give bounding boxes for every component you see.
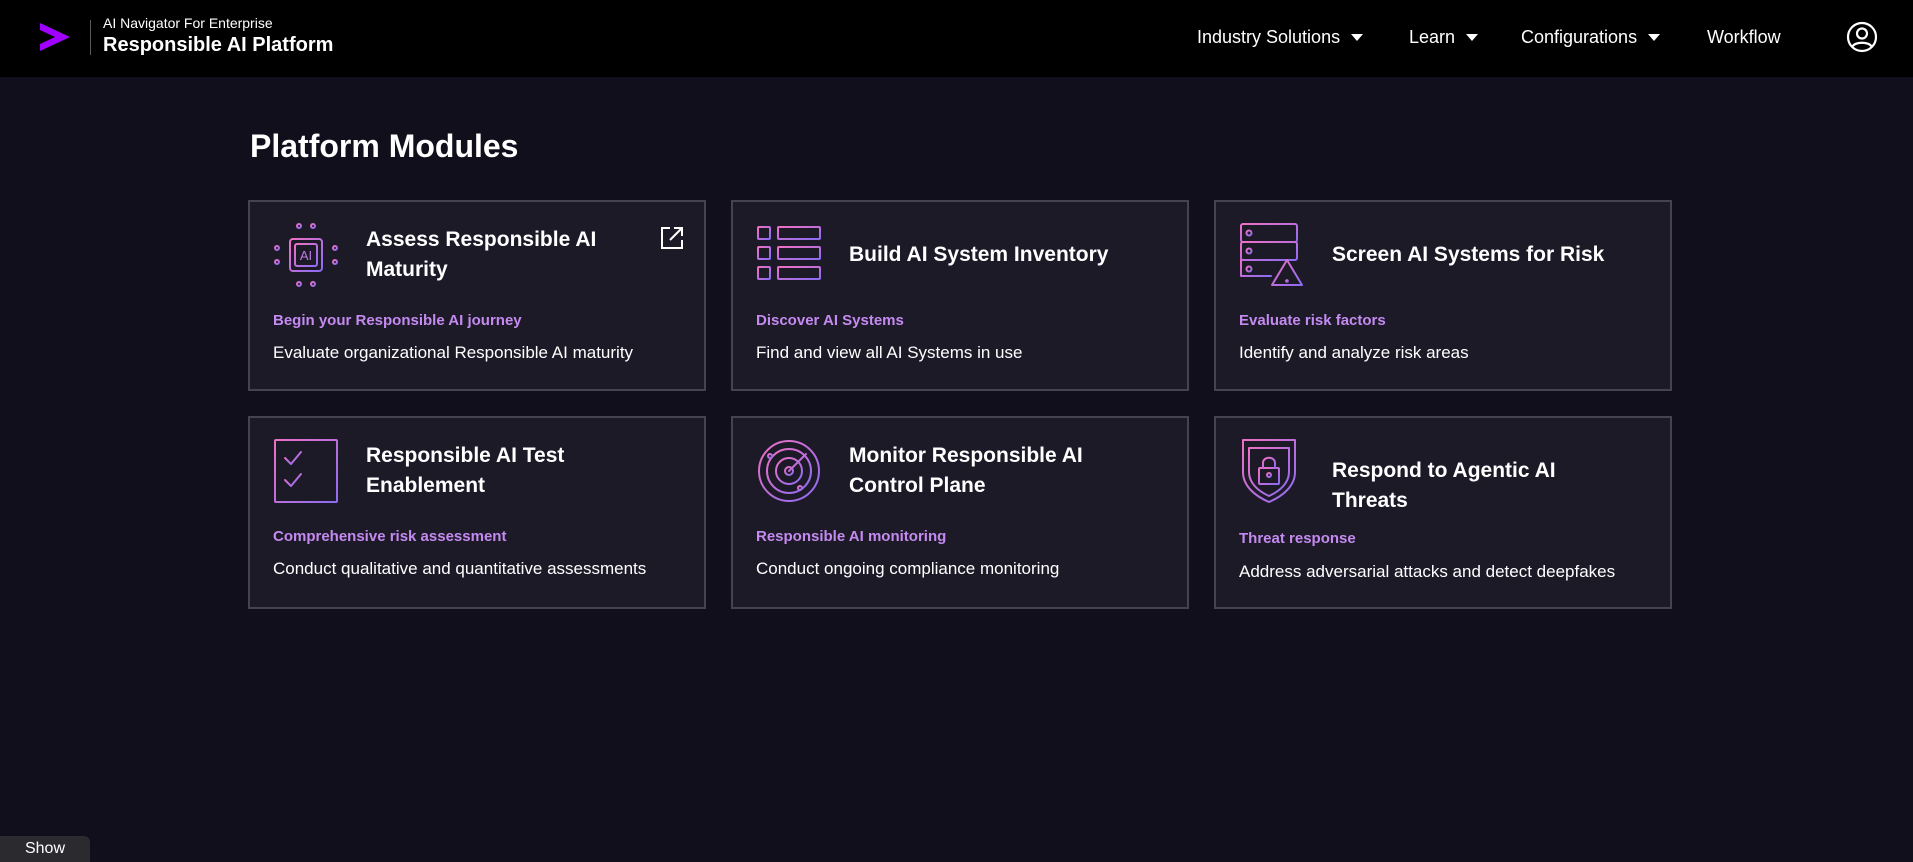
brand-subtitle: AI Navigator For Enterprise xyxy=(103,15,273,31)
card-description: Evaluate organizational Responsible AI m… xyxy=(273,343,634,362)
top-header: AI Navigator For Enterprise Responsible … xyxy=(0,0,1913,77)
nav-configurations[interactable]: Configurations xyxy=(1521,24,1661,50)
card-title: Screen AI Systems for Risk xyxy=(1332,243,1605,266)
checklist-icon xyxy=(274,439,338,503)
nav-industry-solutions[interactable]: Industry Solutions xyxy=(1197,24,1364,50)
brand-title[interactable]: Responsible AI Platform xyxy=(103,34,333,57)
server-warning-icon xyxy=(1240,223,1303,286)
module-card-agentic-threats[interactable]: Respond to Agentic AI Threats Threat res… xyxy=(1214,416,1672,609)
nav-label: Learn xyxy=(1409,26,1456,47)
card-title: Build AI System Inventory xyxy=(849,243,1109,266)
module-card-monitor-control-plane[interactable]: Monitor Responsible AI Control Plane Res… xyxy=(731,416,1189,609)
user-account-icon[interactable] xyxy=(1846,21,1878,53)
nav-learn[interactable]: Learn xyxy=(1409,24,1479,50)
svg-text:AI: AI xyxy=(300,248,312,263)
card-subtitle: Comprehensive risk assessment xyxy=(273,528,507,545)
card-subtitle: Responsible AI monitoring xyxy=(756,528,947,545)
radar-icon xyxy=(758,440,820,502)
module-card-build-inventory[interactable]: Build AI System Inventory Discover AI Sy… xyxy=(731,200,1189,391)
card-description: Address adversarial attacks and detect d… xyxy=(1239,562,1616,581)
brand-divider xyxy=(90,20,91,55)
nav-label: Industry Solutions xyxy=(1197,26,1341,47)
caret-down-icon xyxy=(1648,33,1661,41)
accenture-logo-icon[interactable] xyxy=(38,20,72,54)
card-subtitle: Threat response xyxy=(1239,530,1356,547)
module-card-test-enablement[interactable]: Responsible AI Test Enablement Comprehen… xyxy=(248,416,706,609)
card-title: Assess Responsible AI Maturity xyxy=(366,228,597,281)
card-subtitle: Begin your Responsible AI journey xyxy=(273,312,522,329)
card-subtitle: Discover AI Systems xyxy=(756,312,904,329)
show-button[interactable]: Show xyxy=(0,836,90,862)
caret-down-icon xyxy=(1466,33,1479,41)
module-card-screen-risk[interactable]: Screen AI Systems for Risk Evaluate risk… xyxy=(1214,200,1672,391)
external-link-icon[interactable] xyxy=(659,225,685,251)
card-title: Respond to Agentic AI Threats xyxy=(1332,459,1556,512)
card-description: Conduct ongoing compliance monitoring xyxy=(756,559,1060,578)
nav-workflow[interactable]: Workflow xyxy=(1707,24,1781,50)
inventory-list-icon xyxy=(757,226,821,280)
card-title: Responsible AI Test Enablement xyxy=(366,444,565,497)
page-title: Platform Modules xyxy=(250,128,519,164)
ai-chip-icon: AI xyxy=(274,223,338,287)
module-card-assess-maturity[interactable]: AI Assess Responsible AI Maturity Begin … xyxy=(248,200,706,391)
nav-label: Workflow xyxy=(1707,26,1781,47)
card-description: Identify and analyze risk areas xyxy=(1239,343,1469,362)
card-title: Monitor Responsible AI Control Plane xyxy=(849,444,1083,497)
shield-lock-icon xyxy=(1242,439,1296,503)
card-description: Conduct qualitative and quantitative ass… xyxy=(273,559,647,578)
card-description: Find and view all AI Systems in use xyxy=(756,343,1023,362)
caret-down-icon xyxy=(1351,33,1364,41)
card-subtitle: Evaluate risk factors xyxy=(1239,312,1386,329)
nav-label: Configurations xyxy=(1521,26,1638,47)
